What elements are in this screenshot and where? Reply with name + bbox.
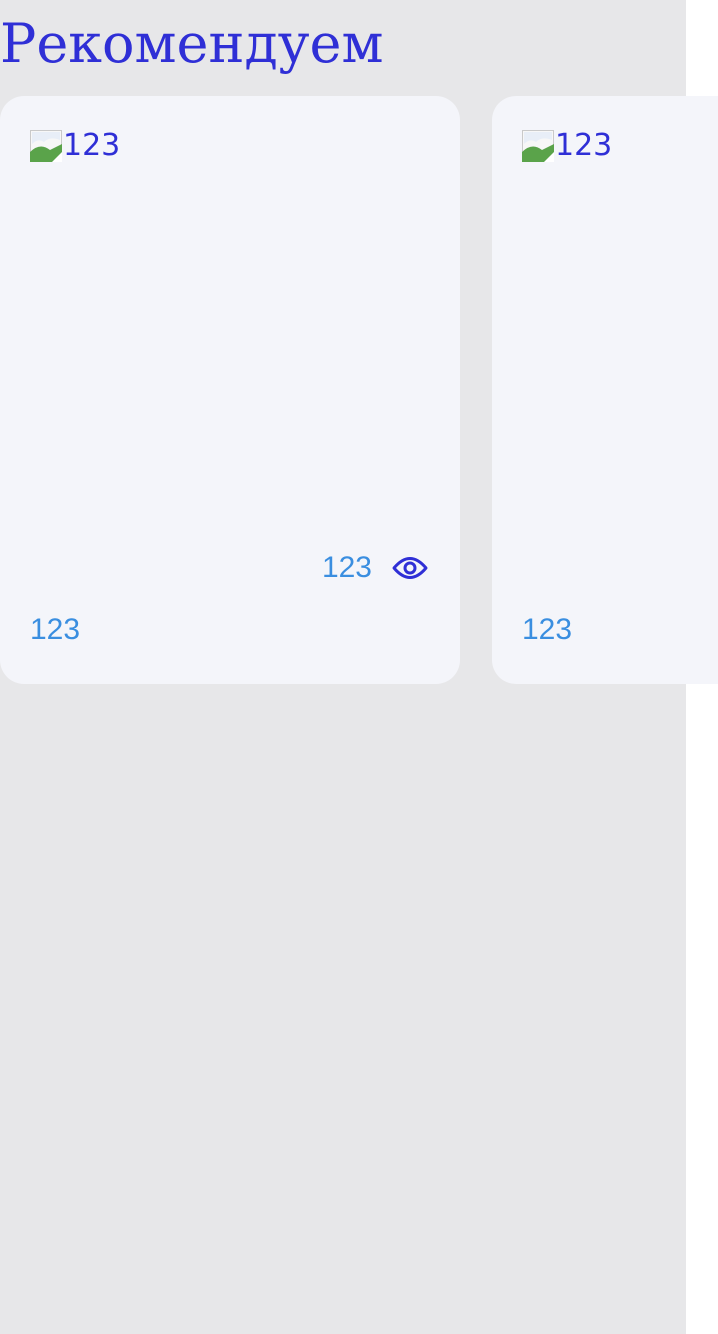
card-image-alt: 123 <box>555 128 613 163</box>
card-caption[interactable]: 123 <box>522 610 572 650</box>
card-image[interactable]: 123 <box>522 126 612 166</box>
views-counter: 123 <box>322 548 430 588</box>
broken-image-icon <box>522 130 554 162</box>
card-image-alt: 123 <box>63 128 121 163</box>
views-count: 123 <box>321 551 372 584</box>
broken-image-icon <box>30 130 62 162</box>
card-caption[interactable]: 123 <box>30 610 80 650</box>
recommendations-panel: Рекомендуем 123 123 123 123 123 <box>0 0 718 1334</box>
section-title: Рекомендуем <box>0 12 384 75</box>
eye-icon <box>390 548 430 588</box>
recommendation-card[interactable]: 123 123 123 <box>492 96 718 684</box>
recommendation-card[interactable]: 123 123 123 <box>0 96 460 684</box>
card-image[interactable]: 123 <box>30 126 120 166</box>
page: Рекомендуем 123 123 123 123 123 <box>0 0 718 1334</box>
